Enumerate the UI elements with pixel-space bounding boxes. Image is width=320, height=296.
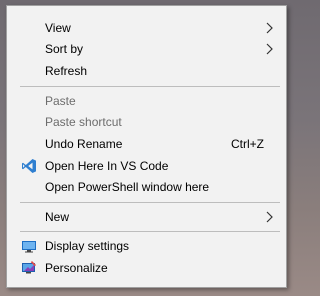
chevron-right-icon: [266, 211, 273, 223]
chevron-right-icon: [266, 43, 273, 55]
menu-item-refresh[interactable]: Refresh: [7, 60, 286, 82]
menu-item-paste[interactable]: Paste: [7, 90, 286, 112]
menu-item-display-settings-label: Display settings: [45, 239, 130, 253]
menu-item-paste-label: Paste: [45, 94, 76, 108]
menu-item-display-settings[interactable]: Display settings: [7, 235, 286, 257]
menu-item-open-powershell[interactable]: Open PowerShell window here: [7, 176, 286, 198]
desktop-context-menu: View Sort by Refresh Paste Paste shortcu…: [6, 5, 287, 288]
menu-item-paste-shortcut-label: Paste shortcut: [45, 115, 122, 129]
menu-item-new[interactable]: New: [7, 206, 286, 228]
menu-separator: [20, 231, 280, 232]
menu-item-paste-shortcut[interactable]: Paste shortcut: [7, 111, 286, 133]
menu-item-refresh-label: Refresh: [45, 64, 88, 78]
vscode-icon: [22, 159, 36, 173]
menu-item-personalize[interactable]: Personalize: [7, 257, 286, 279]
menu-item-undo-rename-shortcut: Ctrl+Z: [231, 137, 264, 151]
menu-item-new-label: New: [45, 210, 70, 224]
display-settings-icon: [22, 241, 36, 253]
chevron-right-icon: [266, 22, 273, 34]
menu-separator: [20, 202, 280, 203]
menu-item-undo-rename-label: Undo Rename: [45, 137, 123, 151]
menu-item-undo-rename[interactable]: Undo Rename Ctrl+Z: [7, 133, 286, 155]
menu-item-view-label: View: [45, 21, 71, 35]
menu-item-sort-by-label: Sort by: [45, 42, 84, 56]
menu-item-sort-by[interactable]: Sort by: [7, 38, 286, 60]
menu-item-open-powershell-label: Open PowerShell window here: [45, 180, 210, 194]
menu-item-open-vscode-label: Open Here In VS Code: [45, 159, 169, 173]
menu-separator: [20, 86, 280, 87]
menu-item-open-vscode[interactable]: Open Here In VS Code: [7, 155, 286, 177]
personalize-icon: [22, 261, 36, 274]
menu-item-personalize-label: Personalize: [45, 261, 108, 275]
menu-item-view[interactable]: View: [7, 17, 286, 39]
